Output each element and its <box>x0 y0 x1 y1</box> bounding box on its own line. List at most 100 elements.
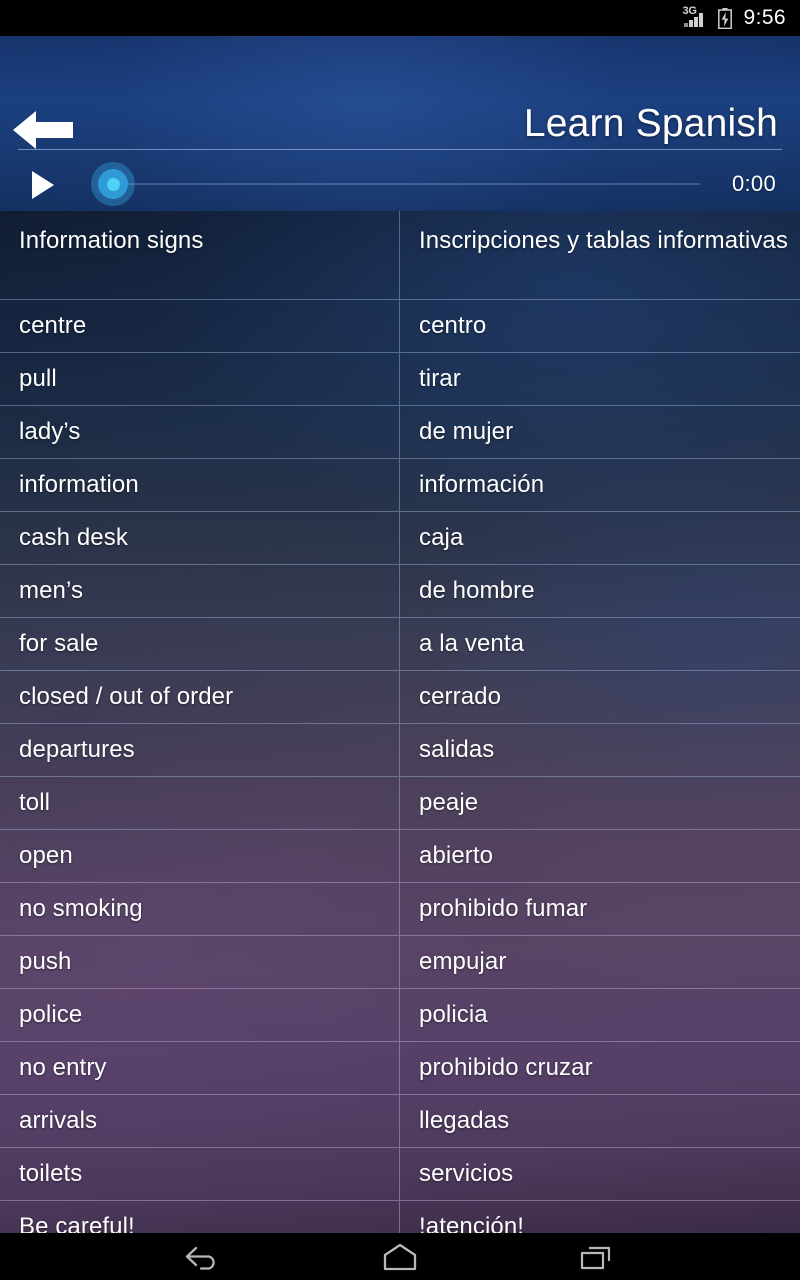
cell-english-text: police <box>19 1001 83 1028</box>
cell-spanish-text: de mujer <box>419 418 514 445</box>
android-nav-bar <box>0 1233 800 1280</box>
seek-slider[interactable] <box>78 156 708 211</box>
cell-spanish-text: caja <box>419 524 464 551</box>
cell-english: lady’s <box>0 406 400 458</box>
table-row[interactable]: cash desk caja <box>0 512 800 565</box>
table-row[interactable]: lady’s de mujer <box>0 406 800 459</box>
cell-english: police <box>0 989 400 1041</box>
cell-spanish-text: empujar <box>419 948 507 975</box>
cell-spanish-text: policia <box>419 1001 488 1028</box>
cell-english: toilets <box>0 1148 400 1200</box>
cell-english: toll <box>0 777 400 829</box>
app-header: Learn Spanish 0:00 <box>0 36 800 211</box>
cell-english-text: departures <box>19 736 135 763</box>
phrase-list[interactable]: Information signs Inscripciones y tablas… <box>0 211 800 1233</box>
table-row[interactable]: toilets servicios <box>0 1148 800 1201</box>
cell-english-text: lady’s <box>19 418 81 445</box>
battery-charging-icon <box>717 7 732 29</box>
table-row[interactable]: no entry prohibido cruzar <box>0 1042 800 1095</box>
cell-spanish-text: tirar <box>419 365 461 392</box>
header-divider <box>18 149 782 150</box>
cell-spanish: peaje <box>400 777 800 829</box>
elapsed-time-label: 0:00 <box>731 171 776 196</box>
table-row[interactable]: no smoking prohibido fumar <box>0 883 800 936</box>
table-row[interactable]: departures salidas <box>0 724 800 777</box>
table-row[interactable]: pull tirar <box>0 353 800 406</box>
play-icon[interactable] <box>26 170 60 200</box>
cell-english: open <box>0 830 400 882</box>
table-row[interactable]: closed / out of order cerrado <box>0 671 800 724</box>
cell-spanish-text: centro <box>419 312 487 339</box>
nav-recents-icon[interactable] <box>560 1233 632 1280</box>
cell-english-text: no smoking <box>19 895 143 922</box>
cell-english-text: toilets <box>19 1160 83 1187</box>
cell-english-text: open <box>19 842 73 869</box>
cell-spanish: caja <box>400 512 800 564</box>
cell-english-text: for sale <box>19 630 99 657</box>
table-row[interactable]: police policia <box>0 989 800 1042</box>
table-row[interactable]: arrivals llegadas <box>0 1095 800 1148</box>
nav-back-icon[interactable] <box>168 1233 240 1280</box>
cell-english-text: toll <box>19 789 51 816</box>
cell-english: no entry <box>0 1042 400 1094</box>
cell-english-text: men’s <box>19 577 84 604</box>
table-row[interactable]: toll peaje <box>0 777 800 830</box>
cell-english: push <box>0 936 400 988</box>
signal-bars-icon: 3G <box>683 6 709 29</box>
cell-spanish-text: información <box>419 471 545 498</box>
cell-spanish-text: cerrado <box>419 683 502 710</box>
audio-player: 0:00 <box>0 156 800 211</box>
cell-spanish: !atención! <box>400 1201 800 1233</box>
status-clock: 9:56 <box>743 6 786 29</box>
cell-spanish: tirar <box>400 353 800 405</box>
cell-spanish: información <box>400 459 800 511</box>
cell-spanish: cerrado <box>400 671 800 723</box>
table-header-row: Information signs Inscripciones y tablas… <box>0 211 800 300</box>
nav-home-icon[interactable] <box>364 1233 436 1280</box>
page-title: Learn Spanish <box>523 102 778 145</box>
cell-english-text: push <box>19 948 72 975</box>
seek-track <box>114 183 700 185</box>
header-top-row: Learn Spanish <box>0 36 800 159</box>
cell-english-text: arrivals <box>19 1107 98 1134</box>
cell-english-text: centre <box>19 312 87 339</box>
cell-spanish-text: abierto <box>419 842 494 869</box>
table-row[interactable]: information información <box>0 459 800 512</box>
table-row[interactable]: Be careful! !atención! <box>0 1201 800 1233</box>
cell-english-text: Be careful! <box>19 1213 135 1233</box>
table-header-cell-spanish: Inscripciones y tablas informativas <box>419 227 788 254</box>
cell-spanish: servicios <box>400 1148 800 1200</box>
cell-spanish-text: prohibido fumar <box>419 895 588 922</box>
table-row[interactable]: men’s de hombre <box>0 565 800 618</box>
cell-spanish: de hombre <box>400 565 800 617</box>
table-row[interactable]: centre centro <box>0 300 800 353</box>
cell-spanish: a la venta <box>400 618 800 670</box>
cell-english-text: cash desk <box>19 524 128 551</box>
cell-spanish: centro <box>400 300 800 352</box>
cell-spanish-text: peaje <box>419 789 479 816</box>
cell-english: men’s <box>0 565 400 617</box>
cell-english: for sale <box>0 618 400 670</box>
cell-english: Be careful! <box>0 1201 400 1233</box>
cell-spanish: policia <box>400 989 800 1041</box>
cell-spanish: prohibido cruzar <box>400 1042 800 1094</box>
cell-spanish-text: salidas <box>419 736 495 763</box>
table-row[interactable]: for sale a la venta <box>0 618 800 671</box>
cell-spanish-text: de hombre <box>419 577 535 604</box>
table-row[interactable]: open abierto <box>0 830 800 883</box>
phrase-rows: Information signs Inscripciones y tablas… <box>0 211 800 1233</box>
table-row[interactable]: push empujar <box>0 936 800 989</box>
cell-english-text: pull <box>19 365 57 392</box>
cell-spanish-text: !atención! <box>419 1213 525 1233</box>
cell-english: departures <box>0 724 400 776</box>
cell-english: information <box>0 459 400 511</box>
cell-english-text: closed / out of order <box>19 683 234 710</box>
cell-spanish-text: a la venta <box>419 630 525 657</box>
cell-english-text: no entry <box>19 1054 107 1081</box>
seek-thumb[interactable] <box>91 162 135 206</box>
cell-spanish-text: prohibido cruzar <box>419 1054 593 1081</box>
cell-spanish: prohibido fumar <box>400 883 800 935</box>
cell-english: centre <box>0 300 400 352</box>
cell-spanish: empujar <box>400 936 800 988</box>
device-screen: 3G 9:56 Learn Spanish 0:00 Information s… <box>0 0 800 1280</box>
